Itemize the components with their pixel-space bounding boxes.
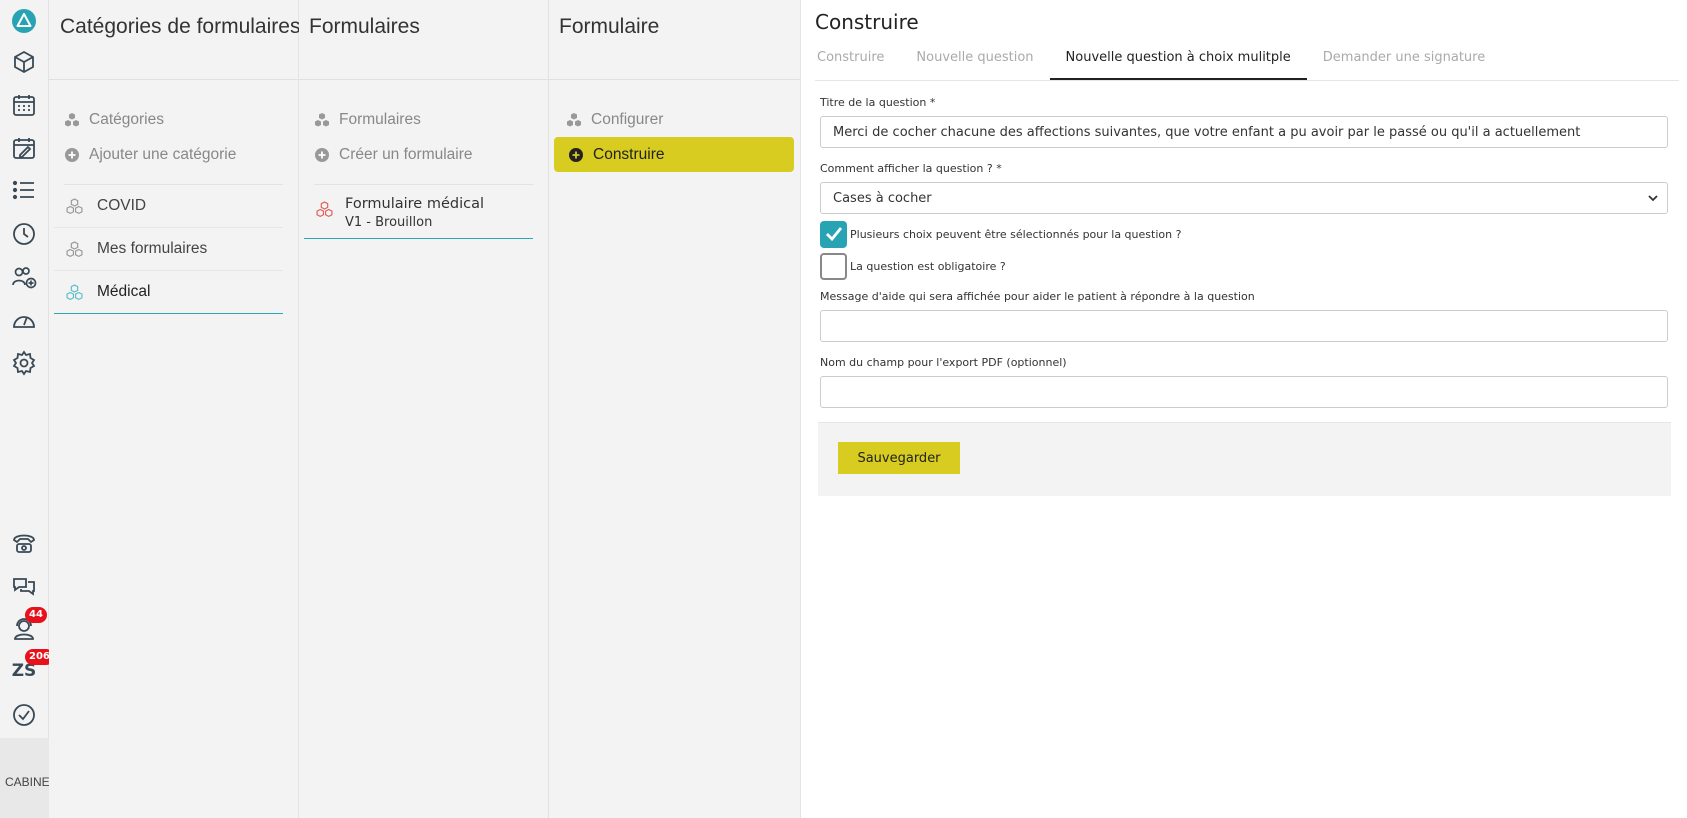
forms-column: Formulaires Formulaires Créer un formula… bbox=[299, 0, 549, 818]
category-item-medical[interactable]: Médical bbox=[54, 271, 283, 314]
question-title-input[interactable]: Merci de cocher chacune des affections s… bbox=[820, 116, 1668, 148]
multiple-choice-row: Plusieurs choix peuvent être sélectionné… bbox=[820, 220, 1668, 248]
categories-column-title: Catégories de formulaires bbox=[49, 0, 300, 80]
display-mode-label: Comment afficher la question ? * bbox=[820, 162, 1002, 175]
form-version: V1 - Brouillon bbox=[345, 215, 433, 230]
help-message-input[interactable] bbox=[820, 310, 1668, 342]
tab-bar: Construire Nouvelle question Nouvelle qu… bbox=[815, 50, 1679, 81]
plus-circle-icon bbox=[65, 147, 79, 162]
save-button[interactable]: Sauvegarder bbox=[838, 442, 960, 474]
build-link[interactable]: Construire bbox=[554, 137, 794, 172]
form-item-medical[interactable]: Formulaire médical V1 - Brouillon bbox=[304, 185, 533, 239]
mandatory-label: La question est obligatoire ? bbox=[850, 259, 1006, 273]
save-area: Sauvegarder bbox=[818, 422, 1671, 496]
tab-new-multiple-choice-question[interactable]: Nouvelle question à choix mulitple bbox=[1049, 50, 1307, 80]
category-label: Médical bbox=[97, 283, 151, 300]
chat-icon[interactable] bbox=[9, 571, 39, 601]
build-label: Construire bbox=[593, 145, 665, 163]
tab-request-signature[interactable]: Demander une signature bbox=[1307, 50, 1501, 80]
categories-column: Catégories de formulaires Catégories Ajo… bbox=[49, 0, 300, 818]
page-title: Construire bbox=[815, 10, 919, 34]
check-circle-icon[interactable] bbox=[9, 700, 39, 730]
dashboard-gauge-icon[interactable] bbox=[9, 305, 39, 335]
form-column: Formulaire Configurer Construire bbox=[549, 0, 801, 818]
add-category-link[interactable]: Ajouter une catégorie bbox=[64, 137, 288, 172]
chevron-down-icon bbox=[1648, 195, 1658, 202]
plus-circle-icon bbox=[315, 147, 329, 162]
cubes-icon bbox=[66, 283, 83, 300]
add-user-group-icon[interactable] bbox=[9, 262, 39, 292]
forms-link-label: Formulaires bbox=[339, 110, 421, 128]
cabinet-label: CABINET bbox=[5, 775, 49, 789]
cubes-icon bbox=[66, 240, 83, 257]
multiple-choice-label: Plusieurs choix peuvent être sélectionné… bbox=[850, 227, 1182, 241]
configure-label: Configurer bbox=[591, 110, 664, 128]
box-icon[interactable] bbox=[9, 47, 39, 77]
help-message-label: Message d'aide qui sera affichée pour ai… bbox=[820, 290, 1255, 303]
icon-rail: 44 ZS 206 CABINET bbox=[0, 0, 54, 818]
app-logo-icon[interactable] bbox=[9, 6, 39, 36]
calendar-edit-icon[interactable] bbox=[9, 133, 39, 163]
mandatory-row: La question est obligatoire ? bbox=[820, 252, 1668, 280]
question-title-value: Merci de cocher chacune des affections s… bbox=[833, 124, 1581, 140]
calendar-icon[interactable] bbox=[9, 90, 39, 120]
gear-icon[interactable] bbox=[9, 348, 39, 378]
clock-icon[interactable] bbox=[9, 219, 39, 249]
pdf-field-label: Nom du champ pour l'export PDF (optionne… bbox=[820, 356, 1067, 369]
create-form-link[interactable]: Créer un formulaire bbox=[314, 137, 538, 172]
category-label: Mes formulaires bbox=[97, 240, 208, 257]
cubes-icon bbox=[65, 112, 79, 126]
form-name: Formulaire médical bbox=[345, 196, 484, 212]
main-panel: Construire Construire Nouvelle question … bbox=[801, 0, 1687, 818]
tab-build[interactable]: Construire bbox=[815, 50, 900, 80]
forms-column-title: Formulaires bbox=[299, 0, 548, 80]
cubes-icon bbox=[66, 197, 83, 214]
question-form: Titre de la question * Merci de cocher c… bbox=[818, 96, 1671, 496]
create-form-label: Créer un formulaire bbox=[339, 145, 473, 163]
category-label: COVID bbox=[97, 197, 147, 214]
mandatory-checkbox[interactable] bbox=[820, 252, 847, 280]
rail-footer[interactable]: CABINET bbox=[0, 738, 49, 818]
notification-badge-1: 44 bbox=[25, 607, 47, 623]
display-mode-select[interactable]: Cases à cocher bbox=[820, 182, 1668, 214]
configure-link[interactable]: Configurer bbox=[554, 102, 794, 137]
question-title-label: Titre de la question * bbox=[820, 96, 936, 109]
category-item-covid[interactable]: COVID bbox=[54, 185, 283, 228]
tab-new-question[interactable]: Nouvelle question bbox=[900, 50, 1049, 80]
forms-link[interactable]: Formulaires bbox=[314, 102, 538, 137]
display-mode-value: Cases à cocher bbox=[833, 190, 932, 206]
category-item-mes-formulaires[interactable]: Mes formulaires bbox=[54, 228, 283, 271]
list-icon[interactable] bbox=[9, 175, 39, 205]
pdf-field-input[interactable] bbox=[820, 376, 1668, 408]
plus-circle-icon bbox=[569, 147, 583, 162]
add-category-label: Ajouter une catégorie bbox=[89, 145, 237, 163]
categories-link[interactable]: Catégories bbox=[64, 102, 288, 137]
form-column-title: Formulaire bbox=[549, 0, 800, 80]
cubes-icon bbox=[567, 112, 581, 126]
multiple-choice-checkbox[interactable] bbox=[820, 220, 847, 248]
cubes-icon bbox=[316, 201, 333, 218]
phone-icon[interactable] bbox=[9, 528, 39, 558]
check-icon bbox=[825, 227, 842, 242]
categories-link-label: Catégories bbox=[89, 110, 164, 128]
cubes-icon bbox=[315, 112, 329, 126]
